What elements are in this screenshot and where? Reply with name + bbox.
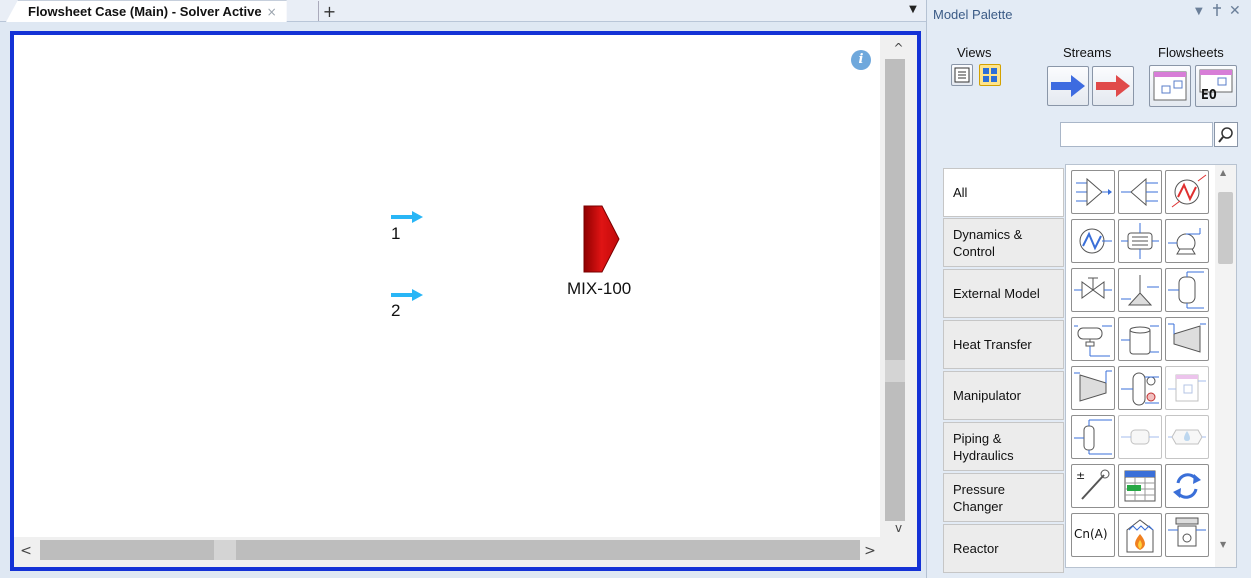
compressor-op-icon[interactable] [1165,317,1209,361]
svg-text:±: ± [1076,469,1085,482]
palette-title: Model Palette [933,7,1013,22]
search-icon [1218,127,1233,143]
tank-op-icon[interactable] [1118,317,1162,361]
cn-a-label: Cn(A) [1074,527,1108,541]
category-label: Pressure Changer [953,481,1006,514]
category-reactor[interactable]: Reactor [943,524,1064,573]
new-tab-button[interactable]: + [318,1,340,21]
energy-stream-icon [1096,75,1130,97]
scroll-up-icon[interactable]: ^ [880,41,917,57]
eo-badge: EO [1201,88,1217,103]
material-stream-icon [1051,75,1085,97]
energy-stream-button[interactable] [1092,66,1134,106]
cooler-op-icon[interactable] [1071,219,1115,263]
flowsheets-group-label: Flowsheets [1158,45,1224,60]
flowsheet-document: Flowsheet Case (Main) - Solver Active × … [0,0,926,578]
category-label: All [953,185,968,200]
palette-pin-icon[interactable] [1212,4,1222,19]
cn-a-op-icon[interactable]: Cn(A) [1071,513,1115,557]
eo-sub-flowsheet-button[interactable]: EO [1195,65,1237,107]
list-view-icon [954,67,970,83]
ops-scroll-up-icon[interactable]: ▲ [1220,168,1226,177]
flowsheet-canvas[interactable]: 1 2 MIX-100 i [14,35,879,537]
category-label: Manipulator [953,388,1021,403]
model-palette: Model Palette ▼ ✕ Views Streams Flowshee… [926,0,1251,578]
category-all[interactable]: All [943,168,1064,217]
vertical-scroll-track[interactable] [885,59,905,521]
heat-exchanger-op-icon[interactable] [1118,219,1162,263]
category-pressure-changer[interactable]: Pressure Changer [943,473,1064,522]
heater-op-icon[interactable] [1165,170,1209,214]
category-label: Dynamics & Control [953,226,1023,259]
palette-menu-icon[interactable]: ▼ [1195,6,1203,17]
category-label: Reactor [953,541,999,556]
info-icon[interactable]: i [851,50,871,70]
scroll-left-icon[interactable]: < [18,543,34,561]
category-external-model[interactable]: External Model [943,269,1064,318]
views-group-label: Views [957,45,992,60]
category-piping-hydraulics[interactable]: Piping & Hydraulics [943,422,1064,471]
three-phase-separator-op-icon[interactable] [1071,317,1115,361]
adjust-op-icon[interactable]: ± [1071,464,1115,508]
horizontal-scroll-track[interactable] [40,540,860,560]
horizontal-scroll-thumb[interactable] [214,540,236,560]
list-view-button[interactable] [951,64,973,86]
tee-op-icon[interactable] [1118,170,1162,214]
stream-label[interactable]: 2 [391,301,400,321]
stream-label[interactable]: 1 [391,224,400,244]
operations-scroll-thumb[interactable] [1218,192,1233,264]
mixer-label[interactable]: MIX-100 [567,279,631,299]
flowsheet-canvas-frame: 1 2 MIX-100 i ^ v < > [10,31,921,571]
relief-valve-op-icon[interactable] [1118,268,1162,312]
component-splitter-op-icon[interactable] [1071,415,1115,459]
category-manipulator[interactable]: Manipulator [943,371,1064,420]
document-tab-strip: Flowsheet Case (Main) - Solver Active × … [0,0,926,22]
valve-op-icon[interactable] [1071,268,1115,312]
palette-close-icon[interactable]: ✕ [1229,3,1241,19]
vertical-scroll-thumb[interactable] [885,360,905,382]
material-stream-arrow-icon[interactable] [390,210,424,224]
ops-scroll-down-icon[interactable]: ▼ [1220,540,1226,549]
material-stream-button[interactable] [1047,66,1089,106]
scrollbar-corner [880,537,917,567]
mixer-op-icon[interactable] [1071,170,1115,214]
filter-op-icon[interactable] [1165,513,1209,557]
icon-view-button[interactable] [979,64,1001,86]
scroll-down-icon[interactable]: v [880,521,917,537]
category-label: External Model [953,286,1040,301]
tab-close-icon[interactable]: × [267,5,277,19]
fired-heater-op-icon[interactable] [1118,513,1162,557]
column-op-icon[interactable] [1118,366,1162,410]
flowsheet-tab-title: Flowsheet Case (Main) - Solver Active [28,4,262,19]
streams-group-label: Streams [1063,45,1112,60]
liquid-drop-op-icon[interactable] [1165,415,1209,459]
tab-list-dropdown-icon[interactable]: ▼ [906,4,920,18]
pump-op-icon[interactable] [1165,219,1209,263]
sub-flowsheet-op-icon[interactable] [1165,366,1209,410]
sub-flowsheet-button[interactable] [1149,65,1191,107]
pipe-segment-op-icon[interactable] [1118,415,1162,459]
recycle-op-icon[interactable] [1165,464,1209,508]
category-dynamics-control[interactable]: Dynamics & Control [943,218,1064,267]
flowsheet-tab[interactable]: Flowsheet Case (Main) - Solver Active × [6,0,287,22]
category-label: Heat Transfer [953,337,1032,352]
mixer-icon[interactable] [582,205,620,273]
icon-view-icon [983,68,997,82]
category-heat-transfer[interactable]: Heat Transfer [943,320,1064,369]
search-button[interactable] [1214,122,1238,147]
separator-op-icon[interactable] [1165,268,1209,312]
palette-search-input[interactable] [1060,122,1213,147]
spreadsheet-op-icon[interactable] [1118,464,1162,508]
sub-flowsheet-icon [1153,71,1187,101]
scroll-right-icon[interactable]: > [862,543,878,561]
material-stream-arrow-icon[interactable] [390,288,424,302]
expander-op-icon[interactable] [1071,366,1115,410]
category-label: Piping & Hydraulics [953,430,1014,463]
